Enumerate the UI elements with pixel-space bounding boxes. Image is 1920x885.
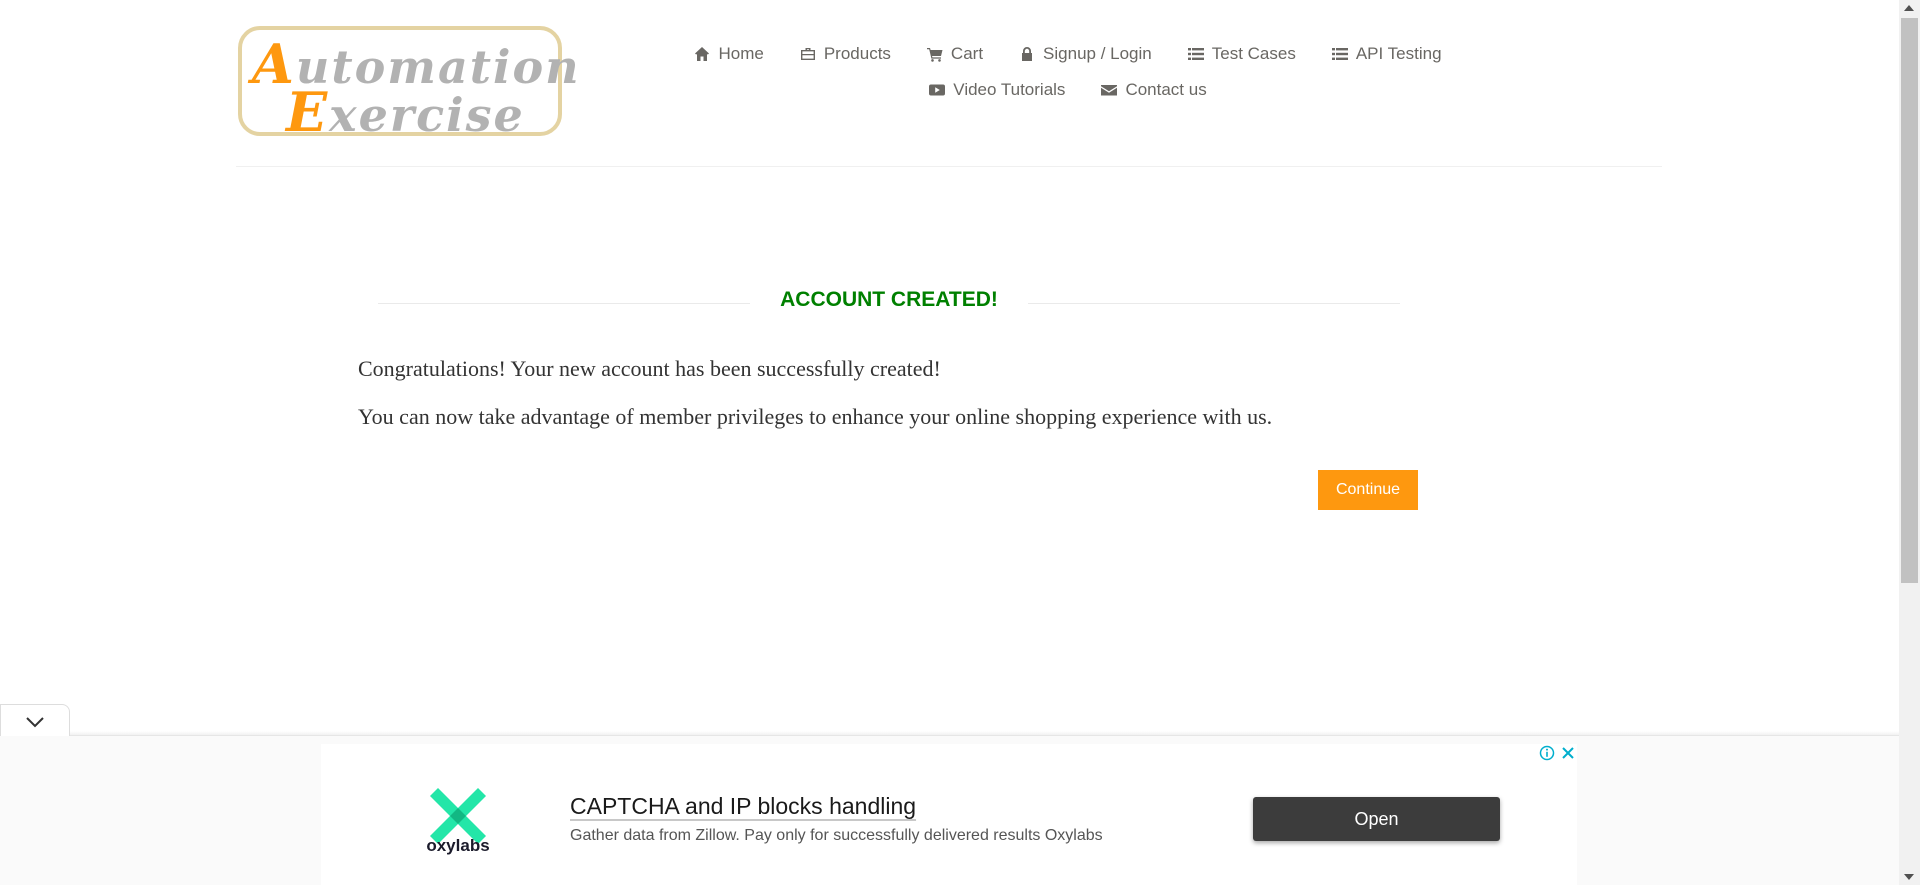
ad-open-button[interactable]: Open	[1253, 797, 1500, 841]
nav-label-products: Products	[823, 44, 891, 63]
nav-label-signup-login: Signup / Login	[1043, 44, 1152, 63]
page: Automation Exercise Home Products Cart S…	[0, 0, 1899, 885]
scrollbar-thumb[interactable]	[1901, 18, 1918, 583]
title-section: ACCOUNT CREATED!	[378, 288, 1400, 318]
nav-item-video-tutorials[interactable]: Video Tutorials	[929, 80, 1065, 100]
scroll-down-arrow-icon[interactable]	[1904, 874, 1914, 880]
main-nav: Home Products Cart Signup / Login Test C…	[695, 36, 1442, 108]
continue-button[interactable]: Continue	[1318, 470, 1418, 510]
ad-collapse-toggle[interactable]	[0, 704, 70, 736]
info-icon[interactable]	[1539, 745, 1555, 761]
close-icon[interactable]	[1560, 745, 1576, 761]
nav-item-contact-us[interactable]: Contact us	[1101, 80, 1207, 100]
success-message: Congratulations! Your new account has be…	[358, 356, 941, 381]
chevron-down-icon	[26, 717, 44, 728]
ad-description: Gather data from Zillow. Pay only for su…	[570, 827, 1103, 844]
nav-label-cart: Cart	[950, 44, 984, 63]
nav-label-video-tutorials: Video Tutorials	[953, 80, 1066, 99]
nav-label-home: Home	[718, 44, 764, 63]
logo-line-2: Exercise	[286, 80, 525, 144]
nav-item-cart[interactable]: Cart	[926, 44, 984, 64]
ad-headline[interactable]: CAPTCHA and IP blocks handling	[570, 793, 916, 820]
nav-label-test-cases: Test Cases	[1211, 44, 1296, 63]
nav-row-2: Video Tutorials Contact us	[698, 72, 1438, 108]
nav-item-test-cases[interactable]: Test Cases	[1187, 44, 1296, 64]
nav-item-signup-login[interactable]: Signup / Login	[1019, 44, 1152, 64]
page-title: ACCOUNT CREATED!	[378, 288, 1400, 312]
scroll-up-arrow-icon[interactable]	[1904, 5, 1914, 11]
header: Automation Exercise Home Products Cart S…	[236, 0, 1662, 167]
cart-icon	[926, 48, 943, 62]
nav-label-api-testing: API Testing	[1355, 44, 1442, 63]
nav-item-home[interactable]: Home	[694, 44, 764, 64]
briefcase-icon	[800, 48, 815, 60]
list-icon	[1331, 48, 1348, 60]
youtube-play-icon	[929, 84, 946, 96]
ad-brand-name: oxylabs	[426, 836, 490, 855]
lock-icon	[1022, 47, 1033, 61]
envelope-icon	[1101, 85, 1118, 96]
nav-item-api-testing[interactable]: API Testing	[1331, 44, 1442, 64]
vertical-scrollbar[interactable]	[1899, 0, 1920, 885]
site-logo[interactable]: Automation Exercise	[238, 26, 579, 144]
nav-row-1: Home Products Cart Signup / Login Test C…	[695, 36, 1442, 72]
nav-item-products[interactable]: Products	[800, 44, 891, 64]
list-icon	[1187, 48, 1204, 60]
nav-label-contact-us: Contact us	[1125, 80, 1207, 99]
home-icon	[695, 47, 710, 61]
privileges-message: You can now take advantage of member pri…	[358, 404, 1273, 429]
